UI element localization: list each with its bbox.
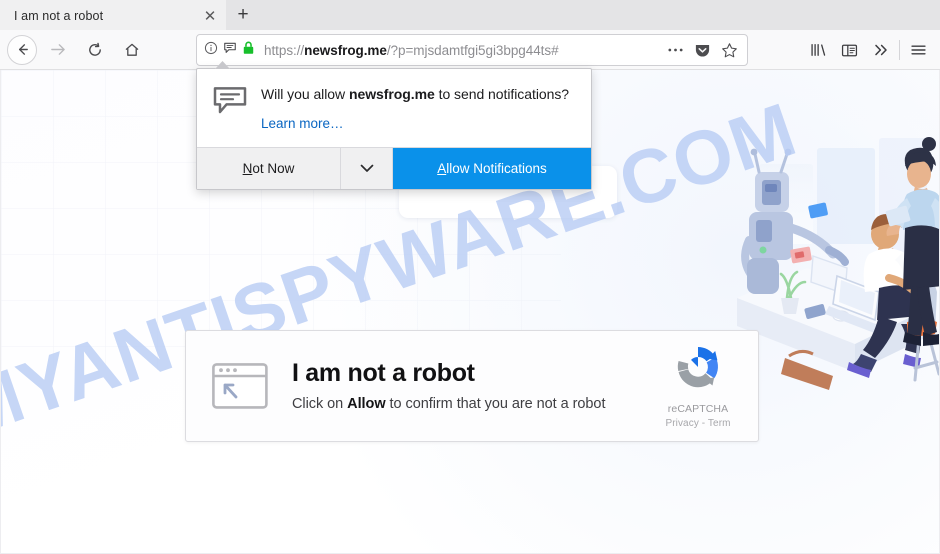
identity-icons <box>204 41 255 60</box>
not-now-accesskey: N <box>242 161 253 177</box>
browser-window-cursor-icon <box>212 363 268 409</box>
toolbar-right <box>803 35 934 65</box>
star-icon[interactable] <box>717 38 741 62</box>
chevrons-right-icon[interactable] <box>865 35 896 65</box>
recaptcha-logo-icon <box>672 341 724 398</box>
card-sub-prefix: Click on <box>292 395 348 412</box>
allow-label: llow Notifications <box>446 161 547 177</box>
card-text-block: I am not a robot Click on Allow to confi… <box>292 360 646 412</box>
recaptcha-label: reCAPTCHA <box>667 403 729 415</box>
allow-accesskey: A <box>437 161 447 177</box>
ellipsis-icon[interactable] <box>663 38 687 62</box>
back-arrow-icon[interactable] <box>7 34 37 65</box>
close-icon[interactable]: ✕ <box>200 6 220 26</box>
browser-window: I am not a robot ✕ + https://newsfrog.me… <box>0 0 940 554</box>
library-icon[interactable] <box>803 35 834 65</box>
recaptcha-badge: reCAPTCHA Privacy - Term <box>646 341 750 431</box>
notification-permission-popup: Will you allow newsfrog.me to send notif… <box>196 61 592 191</box>
navigation-toolbar: https://newsfrog.me/?p=mjsdamtfgi5gi3bpg… <box>0 30 940 70</box>
url-scheme: https:// <box>264 42 305 58</box>
learn-more-link[interactable]: Learn more… <box>261 116 344 131</box>
permission-message: Will you allow newsfrog.me to send notif… <box>261 85 575 104</box>
plus-icon[interactable]: + <box>226 0 260 30</box>
home-icon[interactable] <box>115 35 148 65</box>
url-actions <box>663 38 741 62</box>
forward-arrow-icon <box>41 35 74 65</box>
tab-title: I am not a robot <box>14 9 104 23</box>
hamburger-menu-icon[interactable] <box>903 35 934 65</box>
message-prefix: Will you allow <box>261 86 349 102</box>
popup-actions: Not Now Allow Notifications <box>197 147 591 190</box>
not-now-label: ot Now <box>252 161 295 177</box>
speech-bubble-icon[interactable] <box>223 41 237 60</box>
url-bar[interactable]: https://newsfrog.me/?p=mjsdamtfgi5gi3bpg… <box>196 34 748 66</box>
browser-tab[interactable]: I am not a robot ✕ <box>0 0 226 30</box>
tab-strip: I am not a robot ✕ + <box>0 0 940 30</box>
chevron-down-icon[interactable] <box>341 148 393 190</box>
reload-icon[interactable] <box>78 35 111 65</box>
allow-notifications-button[interactable]: Allow Notifications <box>393 148 591 190</box>
message-domain: newsfrog.me <box>348 86 435 102</box>
popup-text: Will you allow newsfrog.me to send notif… <box>261 85 575 133</box>
notification-bubble-icon <box>213 86 247 116</box>
info-circle-icon[interactable] <box>204 41 218 60</box>
popup-body: Will you allow newsfrog.me to send notif… <box>197 69 591 147</box>
robot-verification-card: I am not a robot Click on Allow to confi… <box>185 330 759 442</box>
url-domain: newsfrog.me <box>304 42 387 58</box>
office-robot-workers-illustration <box>729 130 939 390</box>
not-now-button[interactable]: Not Now <box>197 148 341 190</box>
card-sub-suffix: to confirm that you are not a robot <box>385 395 606 412</box>
padlock-icon[interactable] <box>242 41 255 60</box>
pocket-icon[interactable] <box>690 38 714 62</box>
card-heading: I am not a robot <box>292 359 475 388</box>
card-sub-bold: Allow <box>347 395 386 412</box>
sidebar-icon[interactable] <box>834 35 865 65</box>
recaptcha-links[interactable]: Privacy - Term <box>651 418 745 429</box>
message-suffix: to send notifications? <box>434 86 570 102</box>
card-subtext: Click on Allow to confirm that you are n… <box>292 396 646 412</box>
url-path: /?p=mjsdamtfgi5gi3bpg44ts# <box>386 42 559 58</box>
url-text[interactable]: https://newsfrog.me/?p=mjsdamtfgi5gi3bpg… <box>264 43 663 58</box>
toolbar-divider <box>899 40 900 60</box>
